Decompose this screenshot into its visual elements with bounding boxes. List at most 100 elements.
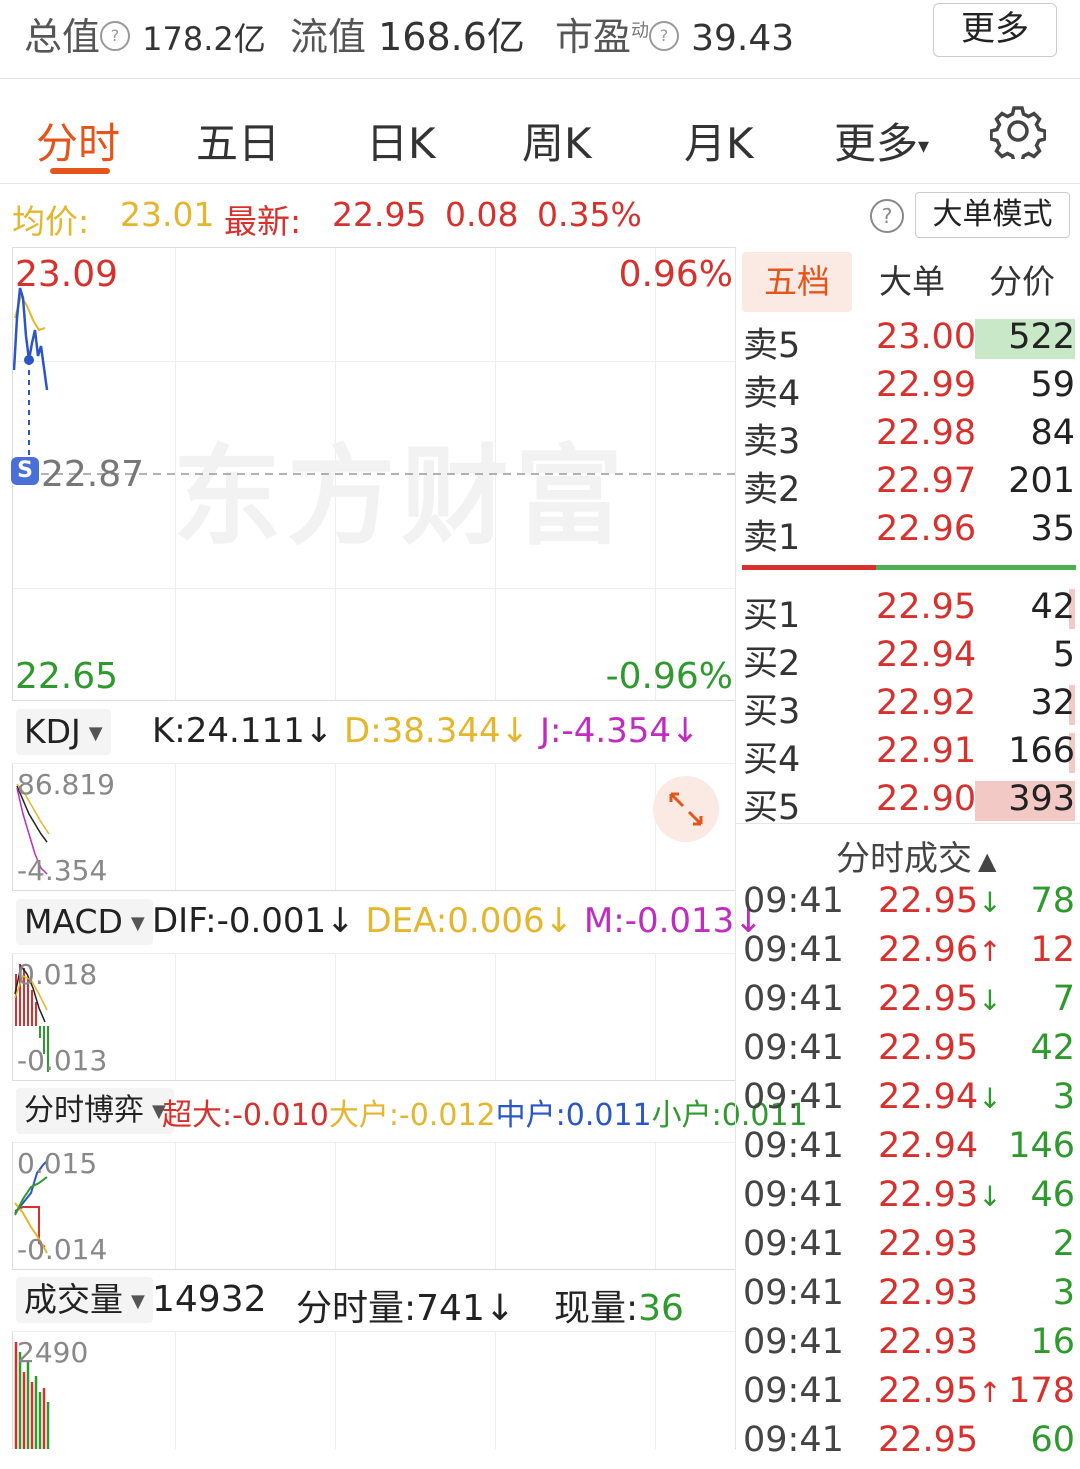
info-icon[interactable]: ? xyxy=(649,20,680,51)
trade-tick-row: 09:41 22.93 16 xyxy=(736,1322,1080,1371)
bid-vol: 32 xyxy=(1030,683,1075,723)
tick-volume: 60 xyxy=(1030,1420,1075,1460)
tick-volume: 42 xyxy=(1030,1028,1075,1068)
arrow-down-icon: ↓ xyxy=(978,1180,1002,1213)
active-tab-indicator xyxy=(50,168,110,174)
help-icon[interactable]: ? xyxy=(870,199,904,233)
bid-price: 22.92 xyxy=(876,683,977,723)
tick-time: 09:41 xyxy=(743,1322,844,1362)
tick-volume: 46 xyxy=(1030,1175,1075,1215)
chart-high-pct: 0.96% xyxy=(618,254,733,295)
ask-row[interactable]: 卖4 22.99 59 xyxy=(736,365,1080,414)
kdj-indicator-select[interactable]: KDJ ▼ xyxy=(16,709,111,755)
bid-vol: 166 xyxy=(1008,731,1075,771)
tick-volume: 3 xyxy=(1052,1273,1075,1313)
expand-icon[interactable] xyxy=(653,776,719,842)
more-button[interactable]: 更多 xyxy=(933,3,1057,57)
kdj-lines xyxy=(16,783,50,875)
kdj-panel[interactable]: 86.819 -4.354 xyxy=(12,763,736,891)
kdj-header: KDJ ▼ K:24.111↓ D:38.344↓ J:-4.354↓ xyxy=(12,703,734,761)
macd-indicator-select[interactable]: MACD ▼ xyxy=(16,899,153,945)
tick-price: 22.93 xyxy=(878,1224,979,1264)
tick-price: 22.95 xyxy=(878,1420,979,1460)
tick-time: 09:41 xyxy=(743,1028,844,1068)
latest-price: 22.95 xyxy=(332,195,427,234)
game-header: 分时博弈 ▼ 超大:-0.010大户:-0.012中户:0.011小户:0.011 xyxy=(12,1082,808,1140)
ask-row[interactable]: 卖5 23.00 522 xyxy=(736,317,1080,366)
tick-volume: 3 xyxy=(1052,1077,1075,1117)
trade-tick-row: 09:41 22.93 2 xyxy=(736,1224,1080,1273)
tick-price: 22.96↑ xyxy=(878,930,1002,970)
trade-tick-row: 09:41 22.93↓ 46 xyxy=(736,1175,1080,1224)
trade-tick-row: 09:41 22.95↓ 78 xyxy=(736,881,1080,930)
ticks-title[interactable]: 分时成交 ▲ xyxy=(836,831,996,880)
chevron-down-icon: ▾ xyxy=(918,134,930,159)
sell-marker-badge[interactable]: S xyxy=(11,457,39,485)
tab-big-order[interactable]: 大单 xyxy=(862,252,962,312)
game-indicator-select[interactable]: 分时博弈 ▼ xyxy=(16,1088,174,1134)
trade-tick-row: 09:41 22.95 42 xyxy=(736,1028,1080,1077)
ask-price: 22.96 xyxy=(876,509,977,549)
bid-row[interactable]: 买2 22.94 5 xyxy=(736,635,1080,684)
gear-icon[interactable] xyxy=(990,103,1046,159)
price-change-pct: 0.35% xyxy=(537,195,642,234)
arrow-down-icon: ↓ xyxy=(978,886,1002,919)
tick-volume: 2 xyxy=(1052,1224,1075,1264)
tick-price: 22.94↓ xyxy=(878,1077,1002,1117)
tab-more[interactable]: 更多▾ xyxy=(834,110,929,171)
ask-label: 卖3 xyxy=(743,422,801,462)
macd-histogram xyxy=(14,964,49,1072)
trade-tick-row: 09:41 22.94↓ 3 xyxy=(736,1077,1080,1126)
bid-price: 22.91 xyxy=(876,731,977,771)
big-order-mode-button[interactable]: 大单模式 xyxy=(915,192,1070,238)
tab-daily-k[interactable]: 日K xyxy=(366,110,436,171)
chevron-down-icon: ▼ xyxy=(130,912,145,934)
game-panel[interactable]: 0.015 -0.014 xyxy=(12,1142,736,1270)
tick-time: 09:41 xyxy=(743,1224,844,1264)
volume-header: 成交量 ▼ 14932 分时量:741↓ 现量:36 xyxy=(12,1271,734,1329)
chart-pre-close: 22.87 xyxy=(41,454,145,495)
volume-indicator-select[interactable]: 成交量 ▼ xyxy=(16,1277,153,1323)
caret-up-icon: ▲ xyxy=(978,846,997,875)
bid-label: 买1 xyxy=(743,596,801,636)
ask-row[interactable]: 卖1 22.96 35 xyxy=(736,509,1080,558)
tick-volume: 12 xyxy=(1030,930,1075,970)
tab-monthly-k[interactable]: 月K xyxy=(684,110,754,171)
trade-tick-row: 09:41 22.95↓ 7 xyxy=(736,979,1080,1028)
ask-price: 22.99 xyxy=(876,365,977,405)
tick-volume: 146 xyxy=(1008,1126,1075,1166)
tick-time: 09:41 xyxy=(743,1077,844,1117)
intraday-chart[interactable]: 东方财富 S 23.09 0.96% 22.87 22.65 -0.96% xyxy=(11,247,736,701)
tick-time: 09:41 xyxy=(743,1371,844,1411)
bid-row[interactable]: 买1 22.95 42 xyxy=(736,587,1080,636)
tab-intraday[interactable]: 分时 xyxy=(36,110,120,171)
trade-tick-row: 09:41 22.96↑ 12 xyxy=(736,930,1080,979)
bid-price: 22.95 xyxy=(876,587,977,627)
bid-row[interactable]: 买5 22.90 393 xyxy=(736,779,1080,828)
bid-label: 买4 xyxy=(743,740,801,780)
chart-low-pct: -0.96% xyxy=(605,656,733,697)
info-icon[interactable]: ? xyxy=(100,20,131,51)
bid-row[interactable]: 买4 22.91 166 xyxy=(736,731,1080,780)
macd-panel[interactable]: 0.018 -0.013 xyxy=(12,953,736,1081)
tab-five-day[interactable]: 五日 xyxy=(196,110,280,171)
tab-five-level[interactable]: 五档 xyxy=(742,252,852,312)
tick-volume: 7 xyxy=(1052,979,1075,1019)
trade-tick-row: 09:41 22.95 60 xyxy=(736,1420,1080,1469)
bid-vol: 42 xyxy=(1030,587,1075,627)
ask-row[interactable]: 卖2 22.97 201 xyxy=(736,461,1080,510)
tab-price-distribution[interactable]: 分价 xyxy=(972,252,1072,312)
trade-tick-row: 09:41 22.93 3 xyxy=(736,1273,1080,1322)
volume-panel[interactable]: 2490 xyxy=(12,1331,736,1449)
tab-weekly-k[interactable]: 周K xyxy=(522,110,592,171)
tick-time: 09:41 xyxy=(743,1420,844,1460)
period-tabs: 分时 五日 日K 周K 月K 更多▾ xyxy=(0,80,1080,184)
ask-row[interactable]: 卖3 22.98 84 xyxy=(736,413,1080,462)
bid-row[interactable]: 买3 22.92 32 xyxy=(736,683,1080,732)
tick-time: 09:41 xyxy=(743,1126,844,1166)
tick-volume: 178 xyxy=(1008,1371,1075,1411)
ask-vol: 522 xyxy=(1008,317,1075,357)
bid-price: 22.94 xyxy=(876,635,977,675)
ask-vol: 35 xyxy=(1030,509,1075,549)
bid-vol: 5 xyxy=(1052,635,1075,675)
